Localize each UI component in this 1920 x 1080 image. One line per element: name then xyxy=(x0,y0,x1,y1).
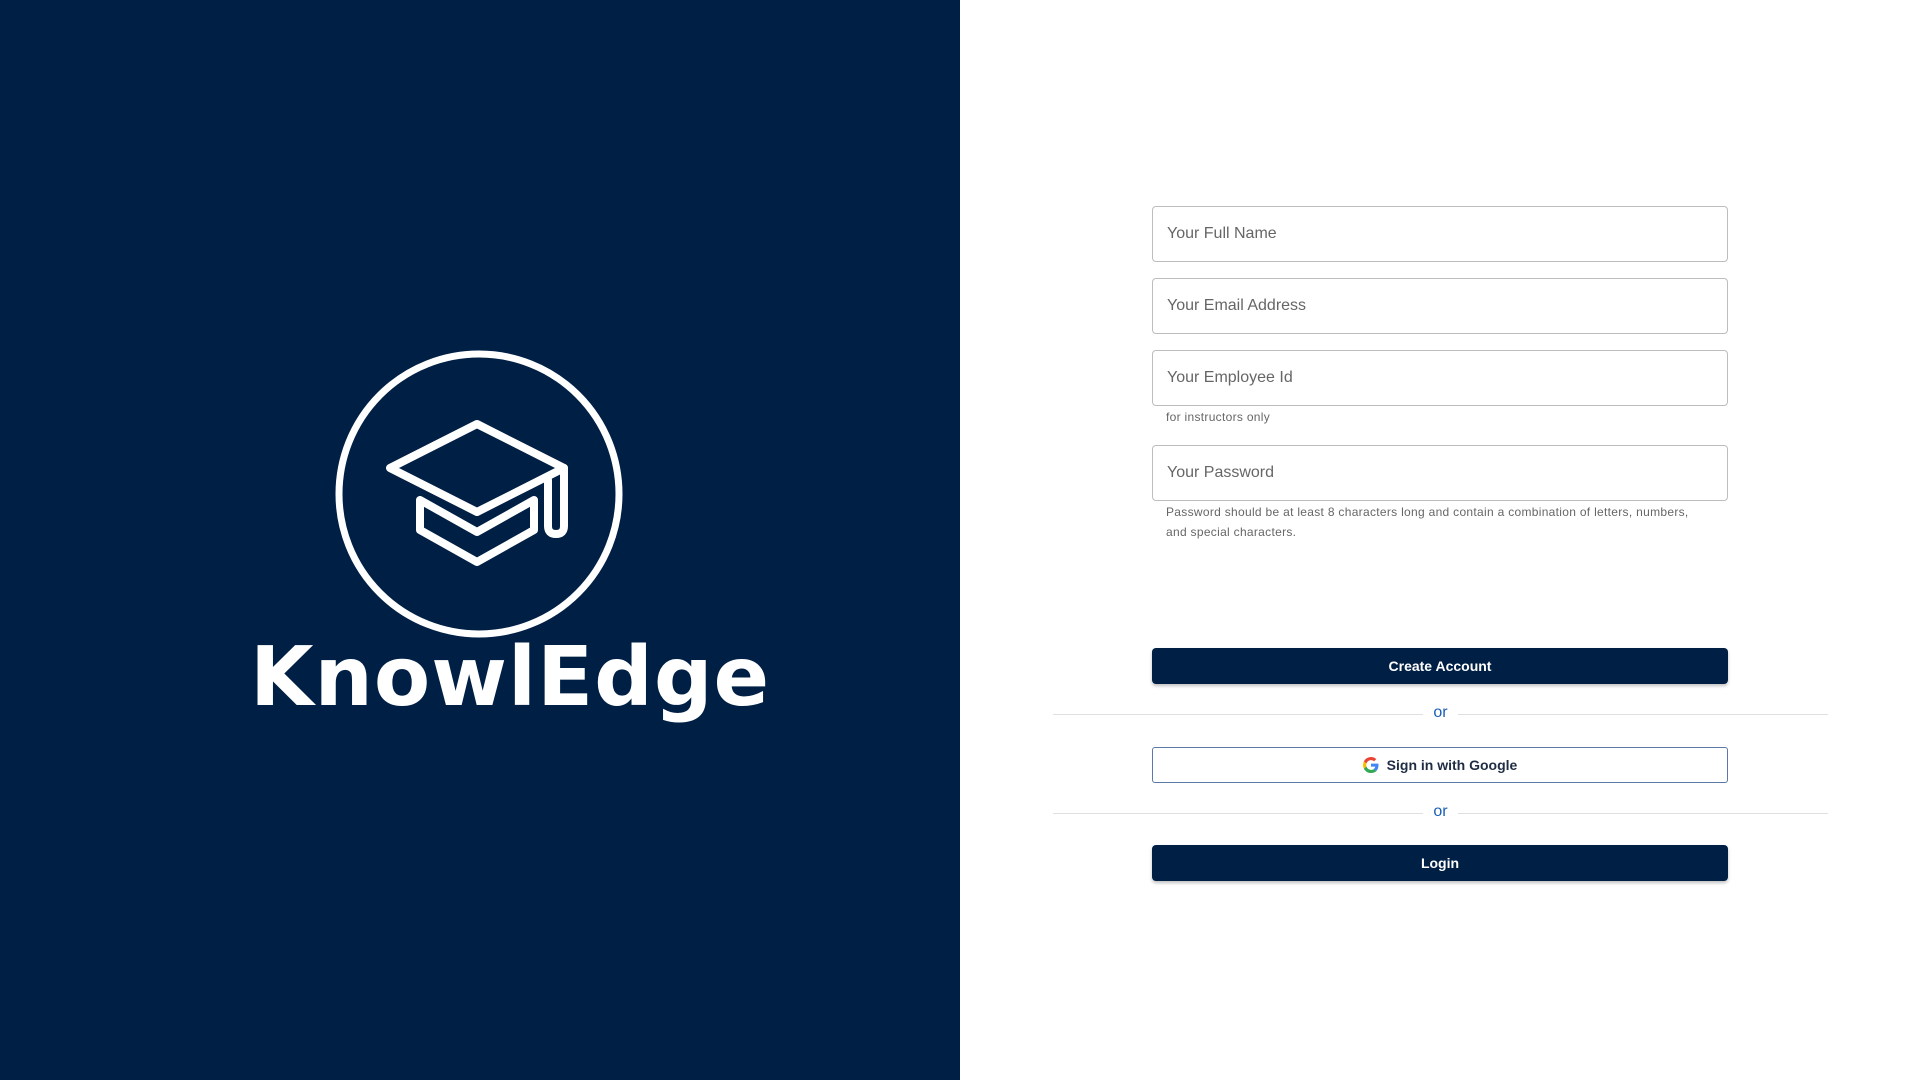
divider-line xyxy=(1458,714,1828,715)
password-field[interactable] xyxy=(1152,445,1728,501)
password-helper: Password should be at least 8 characters… xyxy=(1166,502,1716,542)
employee-id-helper: for instructors only xyxy=(1166,410,1271,424)
password-input[interactable] xyxy=(1153,446,1727,500)
full-name-input[interactable] xyxy=(1153,207,1727,261)
employee-id-field[interactable] xyxy=(1152,350,1728,406)
divider-or-1: or xyxy=(1053,704,1828,724)
password-helper-line1: Password should be at least 8 characters… xyxy=(1166,505,1689,519)
google-g-icon xyxy=(1362,757,1379,773)
employee-id-input[interactable] xyxy=(1153,351,1727,405)
graduation-cap-icon xyxy=(335,350,623,638)
password-helper-line2: and special characters. xyxy=(1166,525,1297,539)
email-field[interactable] xyxy=(1152,278,1728,334)
google-signin-button[interactable]: Sign in with Google xyxy=(1152,747,1728,783)
full-name-field[interactable] xyxy=(1152,206,1728,262)
divider-text: or xyxy=(1433,704,1448,721)
divider-or-2: or xyxy=(1053,803,1828,823)
divider-line xyxy=(1458,813,1828,814)
brand-logo: KnowlEdge xyxy=(0,0,960,1080)
create-account-button[interactable]: Create Account xyxy=(1152,648,1728,684)
divider-text: or xyxy=(1433,803,1448,820)
brand-name: KnowlEdge xyxy=(250,630,771,725)
login-button[interactable]: Login xyxy=(1152,845,1728,881)
email-input[interactable] xyxy=(1153,279,1727,333)
brand-panel: KnowlEdge xyxy=(0,0,960,1080)
google-signin-label: Sign in with Google xyxy=(1386,757,1518,773)
